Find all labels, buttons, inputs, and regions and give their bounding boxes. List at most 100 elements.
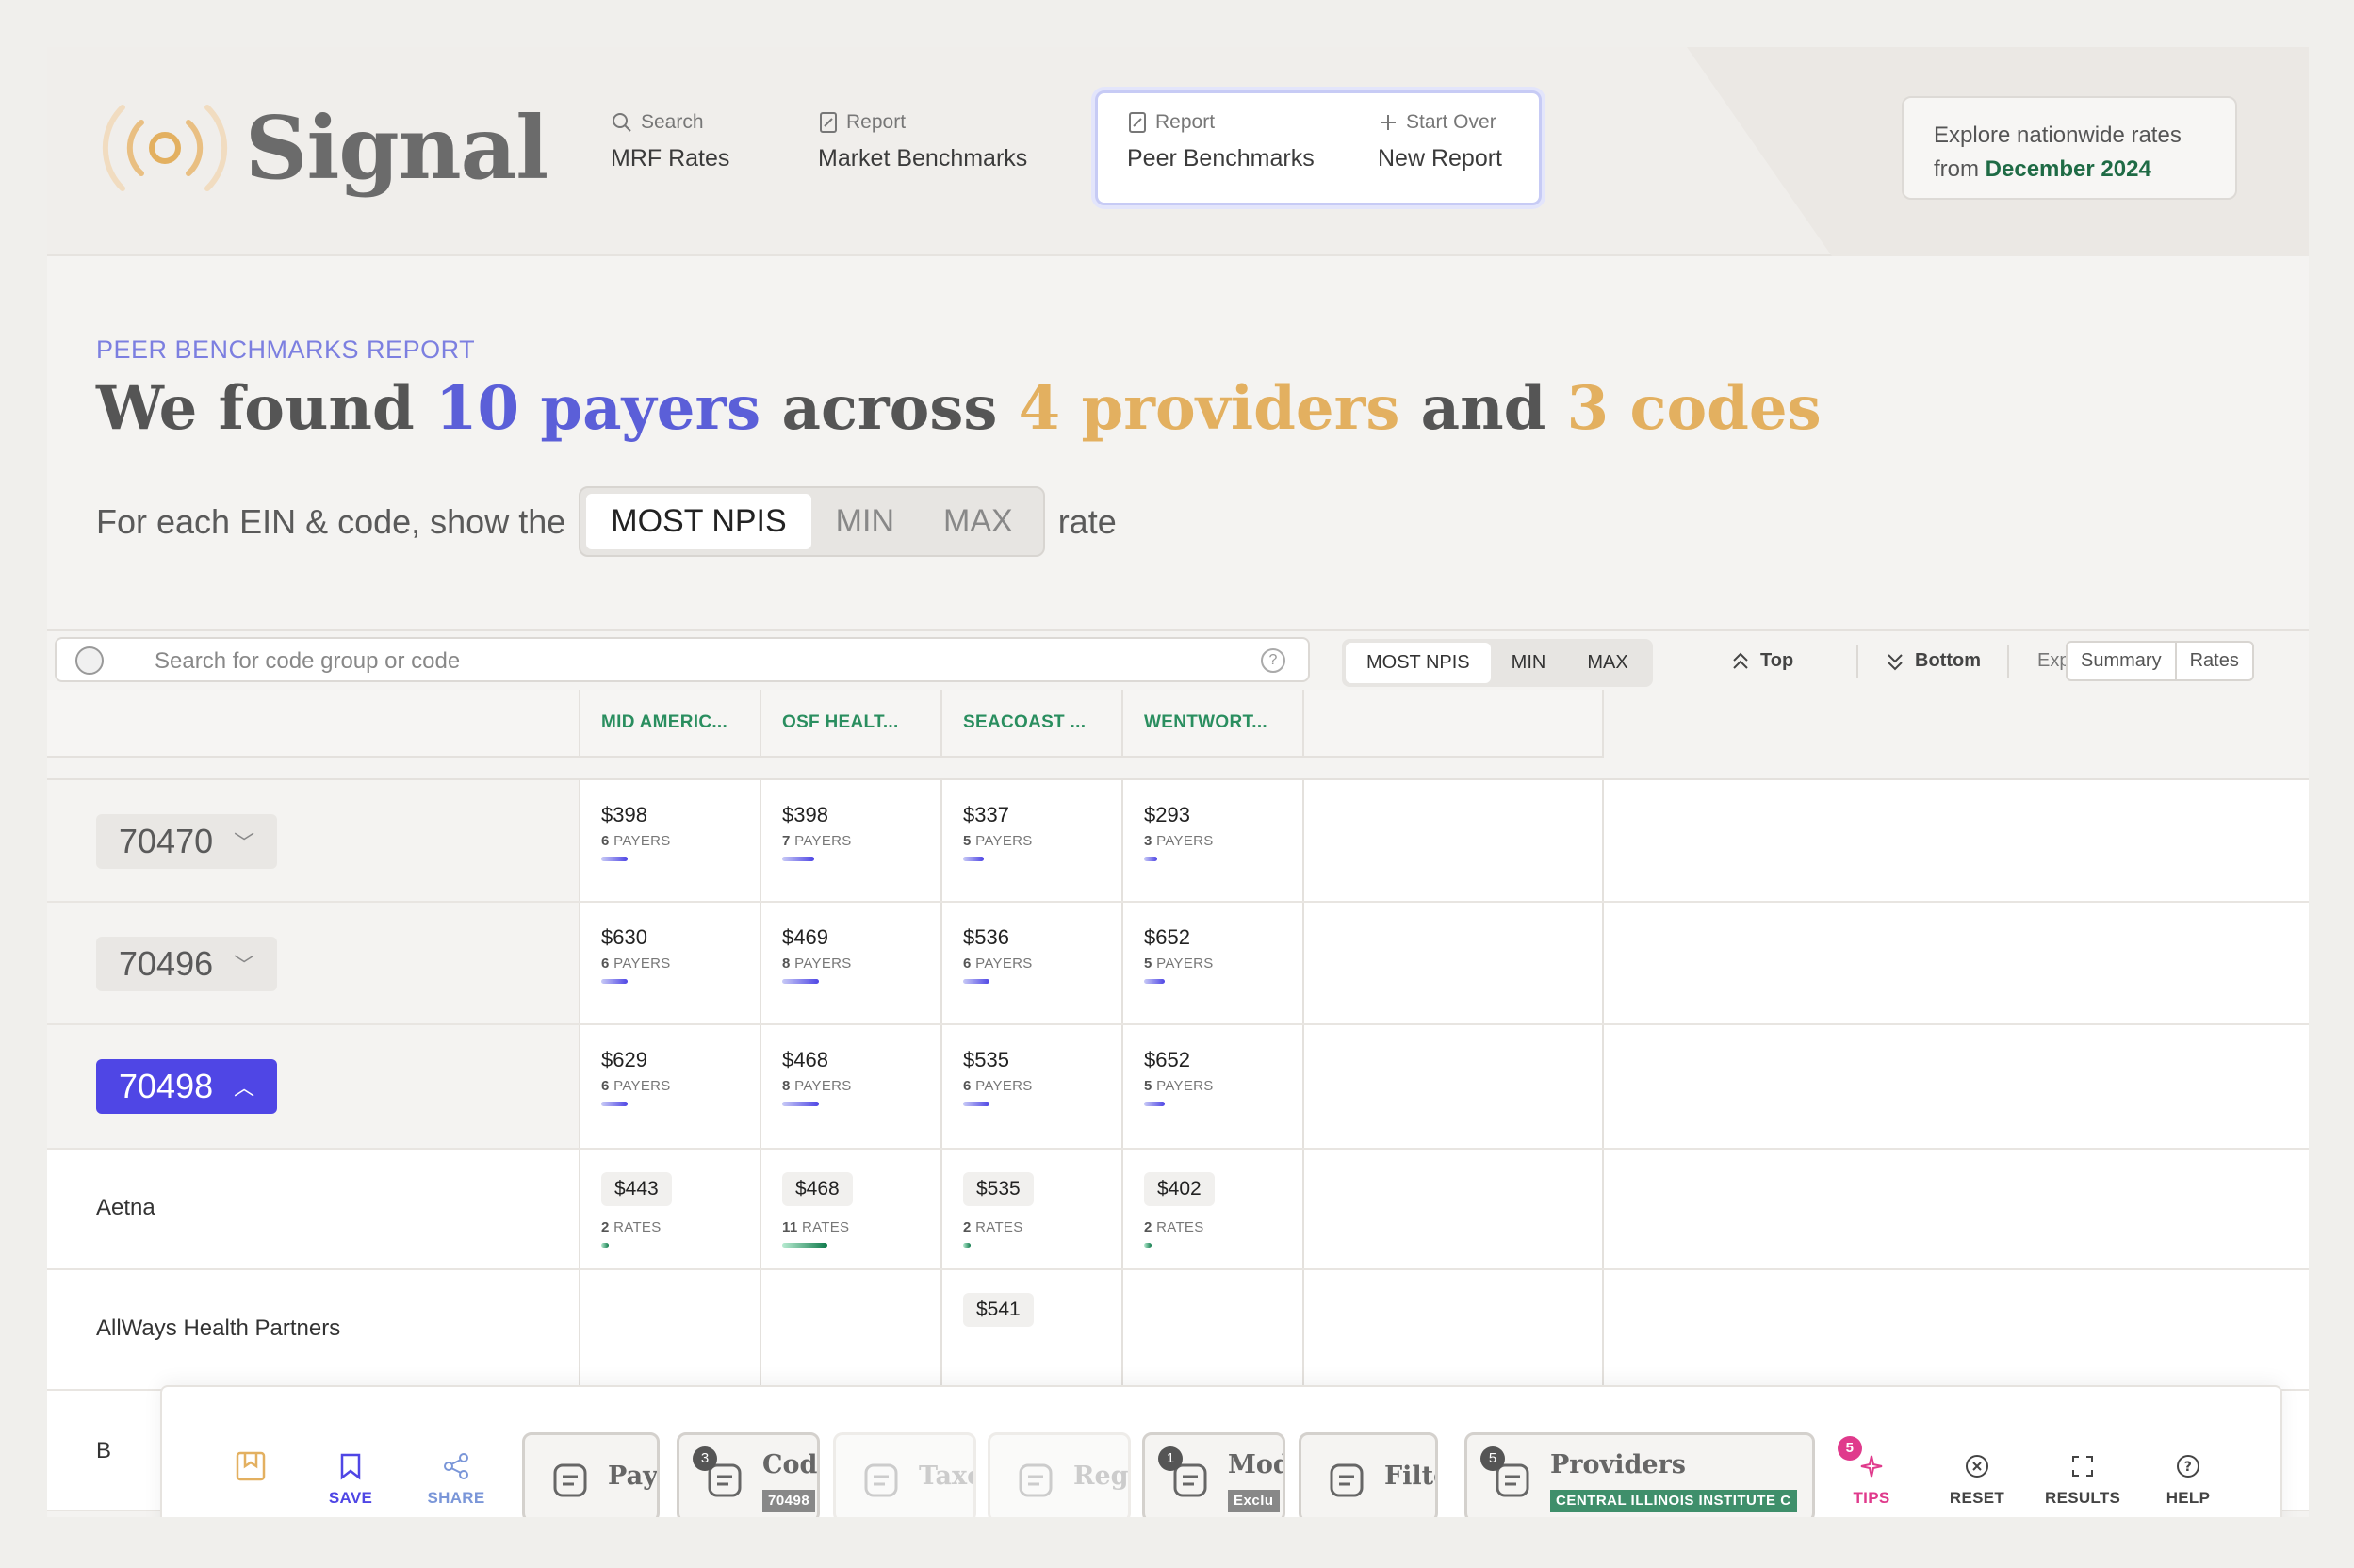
save-button[interactable]: SAVE [313,1449,388,1508]
column-header[interactable]: MID AMERIC... [579,690,760,758]
rate-count: 5 PAYERS [1144,956,1302,972]
reset-button[interactable]: RESET [1939,1449,2015,1508]
rate-value: $469 [782,925,828,949]
filter-icon [1326,1460,1367,1506]
code-toggle[interactable]: 70496 ﹀ [96,937,278,991]
code-label: 70496 [119,944,214,983]
headline-providers: 4 providers [1018,373,1400,444]
close-circle-icon [1966,1455,1988,1478]
rate-cell[interactable]: $443 2 RATES [579,1150,760,1268]
rate-cell [760,1270,940,1389]
rate-cell[interactable]: $630 6 PAYERS [579,903,760,1023]
export-rates-button[interactable]: Rates [2174,643,2252,679]
payer-name: B [96,1438,112,1463]
filter-chip[interactable]: Taxo [833,1432,976,1517]
divider [2007,645,2009,678]
explore-prefix: from [1934,156,1986,182]
table-header: MID AMERIC... OSF HEALT... SEACOAST ... … [47,690,1604,758]
rate-cell[interactable]: $468 11 RATES [760,1150,940,1268]
table-mode-max[interactable]: MAX [1566,643,1648,683]
nav-peer-benchmarks[interactable]: Report Peer Benchmarks [1127,111,1315,172]
rate-cell[interactable]: $469 8 PAYERS [760,903,940,1023]
count-number: 7 [782,833,791,849]
rate-cell[interactable]: $629 6 PAYERS [579,1025,760,1148]
export-summary-button[interactable]: Summary [2068,643,2175,679]
logo[interactable]: Signal [94,96,548,200]
rate-cell[interactable]: $535 6 PAYERS [940,1025,1121,1148]
distribution-bar [601,1243,609,1248]
headline-text: and [1420,373,1546,444]
mode-most-npis[interactable]: MOST NPIS [586,494,811,549]
mode-max[interactable]: MAX [919,494,1038,549]
table-mode-most-npis[interactable]: MOST NPIS [1346,643,1491,683]
explore-nationwide-button[interactable]: Explore nationwide rates from December 2… [1902,96,2237,200]
count-unit: PAYERS [975,1078,1033,1094]
rate-value: $293 [1144,803,1190,826]
rate-cell[interactable]: $541 [940,1270,1121,1389]
count-unit: PAYERS [975,956,1033,972]
sort-bottom-button[interactable]: Bottom [1885,650,1981,672]
search-input[interactable]: Search for code group or code [155,648,460,675]
code-toggle[interactable]: 70498 ︿ [96,1059,278,1114]
help-icon[interactable]: ? [1261,648,1285,673]
nav-new-report[interactable]: Start Over New Report [1378,111,1502,172]
mode-min[interactable]: MIN [811,494,919,549]
rate-cell[interactable]: $398 7 PAYERS [760,780,940,901]
nav-mrf-rates[interactable]: Search MRF Rates [611,111,729,172]
share-button[interactable]: SHARE [418,1449,494,1508]
rate-cell[interactable]: $293 3 PAYERS [1121,780,1302,901]
filter-chip[interactable]: Filte [1299,1432,1438,1517]
count-unit: RATES [1156,1219,1204,1235]
chevron-up-icon: ︿ [234,1076,255,1100]
header-spacer [47,758,2309,780]
count-unit: PAYERS [1156,833,1214,849]
table-mode-min[interactable]: MIN [1491,643,1567,683]
distribution-bar [963,857,984,861]
column-header[interactable]: WENTWORT... [1121,690,1302,758]
nav-market-benchmarks[interactable]: Report Market Benchmarks [818,111,1027,172]
rate-count: 5 PAYERS [1144,1078,1302,1094]
filter-chip[interactable]: Modi 1 Exclu [1142,1432,1285,1517]
double-chevron-down-icon [1888,653,1903,670]
rate-count: 6 PAYERS [601,956,760,972]
filter-chip[interactable]: Paye [522,1432,660,1517]
rate-cell[interactable]: $468 8 PAYERS [760,1025,940,1148]
picker-suffix: rate [1057,501,1117,541]
distribution-bar [963,1243,971,1248]
hospital-icon [860,1460,902,1506]
rate-cell[interactable]: $535 2 RATES [940,1150,1121,1268]
bookmark-button[interactable] [213,1449,288,1489]
column-header[interactable]: OSF HEALT... [760,690,940,758]
payer-name: AllWays Health Partners [96,1315,341,1341]
sort-bottom-label: Bottom [1915,650,1981,671]
count-unit: PAYERS [1156,956,1214,972]
rate-cell[interactable]: $398 6 PAYERS [579,780,760,901]
rate-cell[interactable]: $402 2 RATES [1121,1150,1302,1268]
rate-cell[interactable]: $652 5 PAYERS [1121,1025,1302,1148]
chip-selection-tag: Exclu [1228,1490,1280,1512]
rate-cell[interactable]: $337 5 PAYERS [940,780,1121,901]
code-toggle[interactable]: 70470 ﹀ [96,814,278,869]
nav-big-label: Market Benchmarks [818,145,1028,172]
rate-cell[interactable]: $536 6 PAYERS [940,903,1121,1023]
rate-value: $535 [963,1048,1009,1071]
column-header[interactable]: SEACOAST ... [940,690,1121,758]
help-button[interactable]: ? HELP [2150,1449,2226,1508]
filter-chip[interactable]: Regi [988,1432,1131,1517]
sort-top-button[interactable]: Top [1730,650,1793,672]
rate-cell[interactable]: $652 5 PAYERS [1121,903,1302,1023]
code-search[interactable]: Search for code group or code ? [55,637,1310,682]
dollar-coins-icon [549,1460,591,1506]
filter-chip[interactable]: Code 3 70498 [677,1432,820,1517]
rate-value: $468 [782,1048,828,1071]
tips-button[interactable]: 5 TIPS [1834,1436,1909,1508]
rate-value: $443 [601,1172,672,1206]
count-number: 6 [601,956,610,972]
chip-label: Filte [1384,1462,1435,1491]
empty-cell [1302,780,1604,901]
results-button[interactable]: RESULTS [2045,1449,2120,1508]
count-number: 2 [1144,1219,1152,1235]
count-number: 8 [782,1078,791,1094]
count-unit: PAYERS [794,956,852,972]
filter-chip[interactable]: Providers 5 CENTRAL ILLINOIS INSTITUTE C [1464,1432,1815,1517]
